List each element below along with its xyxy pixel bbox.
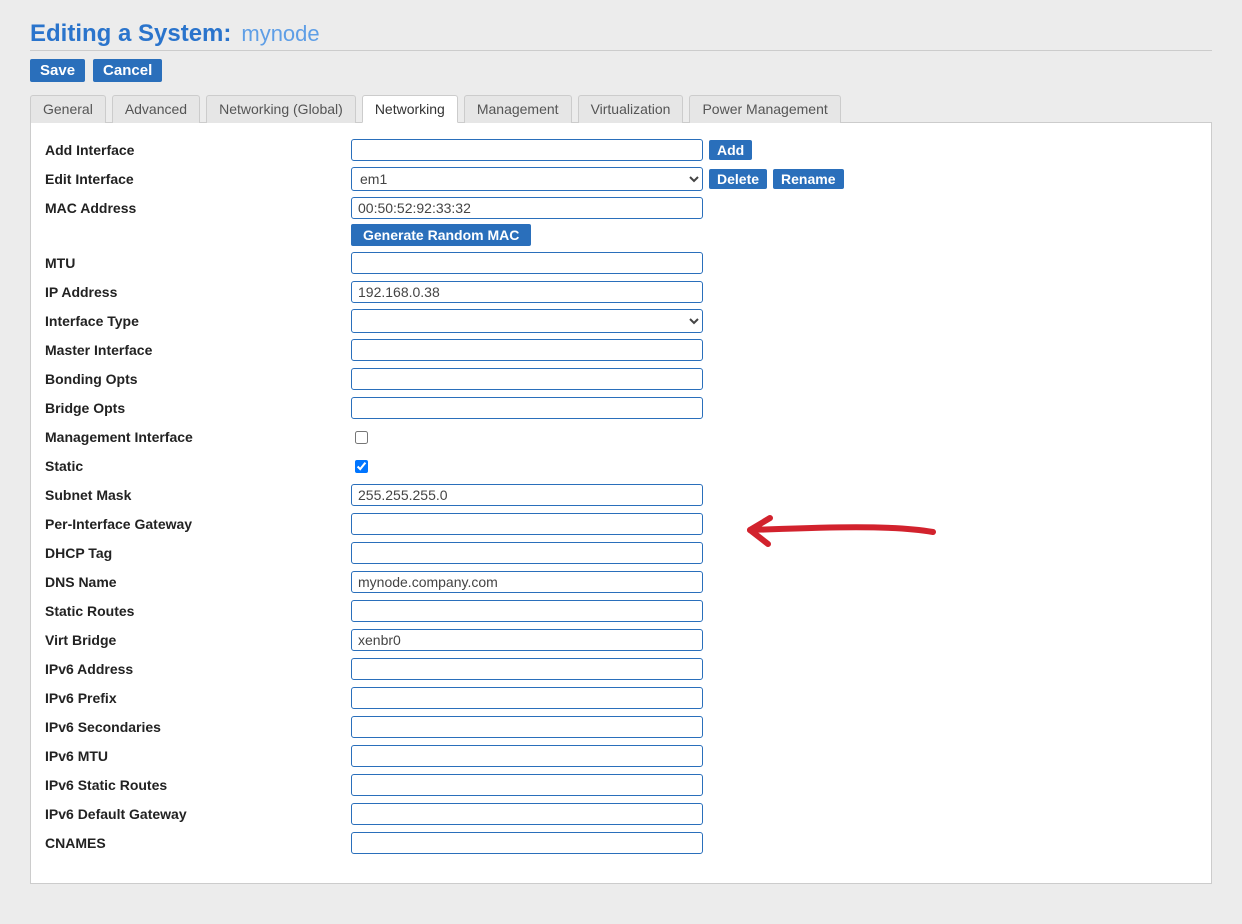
label-dhcp-tag: DHCP Tag <box>45 545 351 561</box>
label-cnames: CNAMES <box>45 835 351 851</box>
interface-type-select[interactable] <box>351 309 703 333</box>
delete-interface-button[interactable]: Delete <box>709 169 767 189</box>
master-interface-input[interactable] <box>351 339 703 361</box>
label-bridge-opts: Bridge Opts <box>45 400 351 416</box>
tab-general[interactable]: General <box>30 95 106 123</box>
label-ipv6-default-gateway: IPv6 Default Gateway <box>45 806 351 822</box>
label-virt-bridge: Virt Bridge <box>45 632 351 648</box>
tab-networking[interactable]: Networking <box>362 95 458 123</box>
label-edit-interface: Edit Interface <box>45 171 351 187</box>
tab-power-management[interactable]: Power Management <box>689 95 840 123</box>
label-static-routes: Static Routes <box>45 603 351 619</box>
ipv6-secondaries-input[interactable] <box>351 716 703 738</box>
tab-bar: General Advanced Networking (Global) Net… <box>30 94 1212 123</box>
tab-networking-global[interactable]: Networking (Global) <box>206 95 356 123</box>
ipv6-default-gateway-input[interactable] <box>351 803 703 825</box>
label-mac-address: MAC Address <box>45 200 351 216</box>
dns-name-input[interactable] <box>351 571 703 593</box>
label-ip-address: IP Address <box>45 284 351 300</box>
save-button[interactable]: Save <box>30 59 85 82</box>
static-checkbox[interactable] <box>355 460 368 473</box>
per-interface-gateway-input[interactable] <box>351 513 703 535</box>
label-add-interface: Add Interface <box>45 142 351 158</box>
rename-interface-button[interactable]: Rename <box>773 169 843 189</box>
label-ipv6-static-routes: IPv6 Static Routes <box>45 777 351 793</box>
label-dns-name: DNS Name <box>45 574 351 590</box>
bridge-opts-input[interactable] <box>351 397 703 419</box>
ipv6-mtu-input[interactable] <box>351 745 703 767</box>
label-per-interface-gateway: Per-Interface Gateway <box>45 516 351 532</box>
label-master-interface: Master Interface <box>45 342 351 358</box>
label-ipv6-address: IPv6 Address <box>45 661 351 677</box>
networking-panel: Add Interface Add Edit Interface em1 Del… <box>30 123 1212 884</box>
cnames-input[interactable] <box>351 832 703 854</box>
management-interface-checkbox[interactable] <box>355 431 368 444</box>
label-ipv6-secondaries: IPv6 Secondaries <box>45 719 351 735</box>
label-subnet-mask: Subnet Mask <box>45 487 351 503</box>
dhcp-tag-input[interactable] <box>351 542 703 564</box>
label-management-interface: Management Interface <box>45 429 351 445</box>
page-title-bar: Editing a System: mynode <box>30 20 1212 51</box>
edit-interface-select[interactable]: em1 <box>351 167 703 191</box>
tab-advanced[interactable]: Advanced <box>112 95 200 123</box>
add-interface-input[interactable] <box>351 139 703 161</box>
title-system-name: mynode <box>241 21 319 47</box>
ipv6-static-routes-input[interactable] <box>351 774 703 796</box>
label-ipv6-prefix: IPv6 Prefix <box>45 690 351 706</box>
static-routes-input[interactable] <box>351 600 703 622</box>
mtu-input[interactable] <box>351 252 703 274</box>
label-ipv6-mtu: IPv6 MTU <box>45 748 351 764</box>
action-button-row: Save Cancel <box>30 59 1212 82</box>
label-bonding-opts: Bonding Opts <box>45 371 351 387</box>
ipv6-address-input[interactable] <box>351 658 703 680</box>
mac-address-input[interactable] <box>351 197 703 219</box>
bonding-opts-input[interactable] <box>351 368 703 390</box>
cancel-button[interactable]: Cancel <box>93 59 162 82</box>
label-static: Static <box>45 458 351 474</box>
title-prefix: Editing a System: <box>30 20 231 48</box>
label-mtu: MTU <box>45 255 351 271</box>
subnet-mask-input[interactable] <box>351 484 703 506</box>
generate-random-mac-button[interactable]: Generate Random MAC <box>351 224 531 246</box>
ipv6-prefix-input[interactable] <box>351 687 703 709</box>
tab-management[interactable]: Management <box>464 95 572 123</box>
label-interface-type: Interface Type <box>45 313 351 329</box>
virt-bridge-input[interactable] <box>351 629 703 651</box>
add-interface-button[interactable]: Add <box>709 140 752 160</box>
tab-virtualization[interactable]: Virtualization <box>578 95 684 123</box>
ip-address-input[interactable] <box>351 281 703 303</box>
